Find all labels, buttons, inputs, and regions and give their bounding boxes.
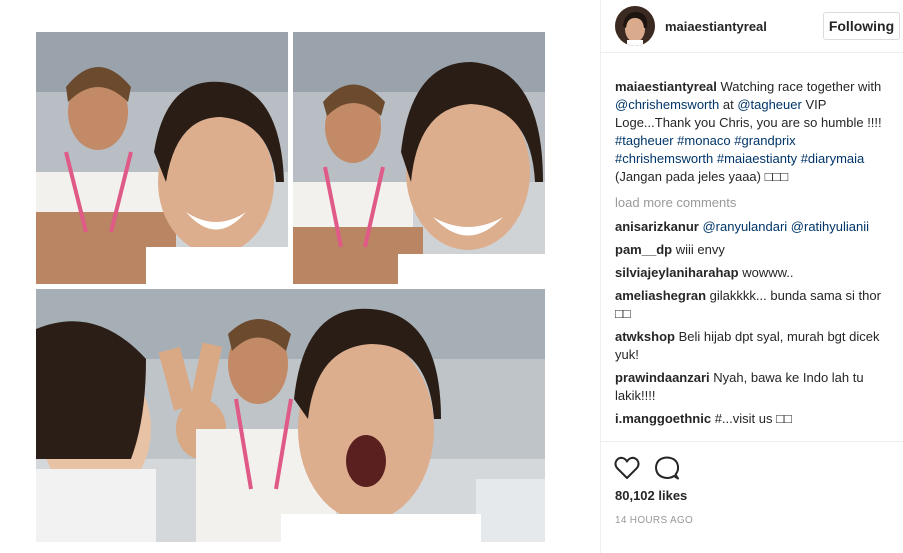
likes-count[interactable]: 80,102 likes xyxy=(615,488,687,503)
caption-username[interactable]: maiaestiantyreal xyxy=(615,79,717,94)
comment-mentions[interactable]: @ranyulandari @ratihyulianii xyxy=(702,219,869,234)
comment-item: anisarizkanur @ranyulandari @ratihyulian… xyxy=(615,218,893,236)
comments-list[interactable]: maiaestiantyreal Watching race together … xyxy=(615,78,893,440)
comment-bubble-icon[interactable] xyxy=(653,454,681,482)
caption-text: at xyxy=(719,97,738,112)
comment-text: wowww.. xyxy=(742,265,794,280)
caption-hashtags[interactable]: #tagheuer #monaco #grandprix #chrishemsw… xyxy=(615,133,864,166)
heart-icon[interactable] xyxy=(613,454,641,482)
post-actions: 80,102 likes 14 HOURS AGO xyxy=(601,441,903,553)
caption-text: Watching race together with xyxy=(716,79,882,94)
comment-username[interactable]: pam__dp xyxy=(615,242,672,257)
comment-username[interactable]: prawindaanzari xyxy=(615,370,710,385)
comment-item: pam__dp wiii envy xyxy=(615,241,893,259)
comment-text: wiii envy xyxy=(675,242,725,257)
comment-item: prawindaanzari Nyah, bawa ke Indo lah tu… xyxy=(615,369,893,405)
photo-top-left xyxy=(36,32,288,284)
photo-collage[interactable] xyxy=(0,0,600,553)
comment-text: #...visit us □□ xyxy=(714,411,792,426)
caption-mention[interactable]: @chrishemsworth xyxy=(615,97,719,112)
post-caption: maiaestiantyreal Watching race together … xyxy=(615,78,893,186)
caption-tail: (Jangan pada jeles yaaa) □□□ xyxy=(615,169,789,184)
author-avatar[interactable] xyxy=(615,6,655,46)
photo-bottom xyxy=(36,289,545,542)
comment-username[interactable]: silviajeylaniharahap xyxy=(615,265,739,280)
photo-top-right xyxy=(293,32,545,284)
load-more-comments-link[interactable]: load more comments xyxy=(615,194,893,212)
author-username[interactable]: maiaestiantyreal xyxy=(665,19,767,34)
comment-username[interactable]: atwkshop xyxy=(615,329,675,344)
comment-item: silviajeylaniharahap wowww.. xyxy=(615,264,893,282)
comment-username[interactable]: anisarizkanur xyxy=(615,219,699,234)
post-timestamp[interactable]: 14 HOURS AGO xyxy=(615,515,693,526)
post-header: maiaestiantyreal Following xyxy=(601,0,903,53)
post-side-panel: maiaestiantyreal Following maiaestiantyr… xyxy=(600,0,903,553)
comment-item: i.manggoethnic #...visit us □□ xyxy=(615,410,893,428)
comment-username[interactable]: i.manggoethnic xyxy=(615,411,711,426)
comment-item: atwkshop Beli hijab dpt syal, murah bgt … xyxy=(615,328,893,364)
caption-mention[interactable]: @tagheuer xyxy=(737,97,802,112)
comment-item: ameliashegran gilakkkk... bunda sama si … xyxy=(615,287,893,323)
comment-username[interactable]: ameliashegran xyxy=(615,288,706,303)
following-button[interactable]: Following xyxy=(823,12,900,40)
